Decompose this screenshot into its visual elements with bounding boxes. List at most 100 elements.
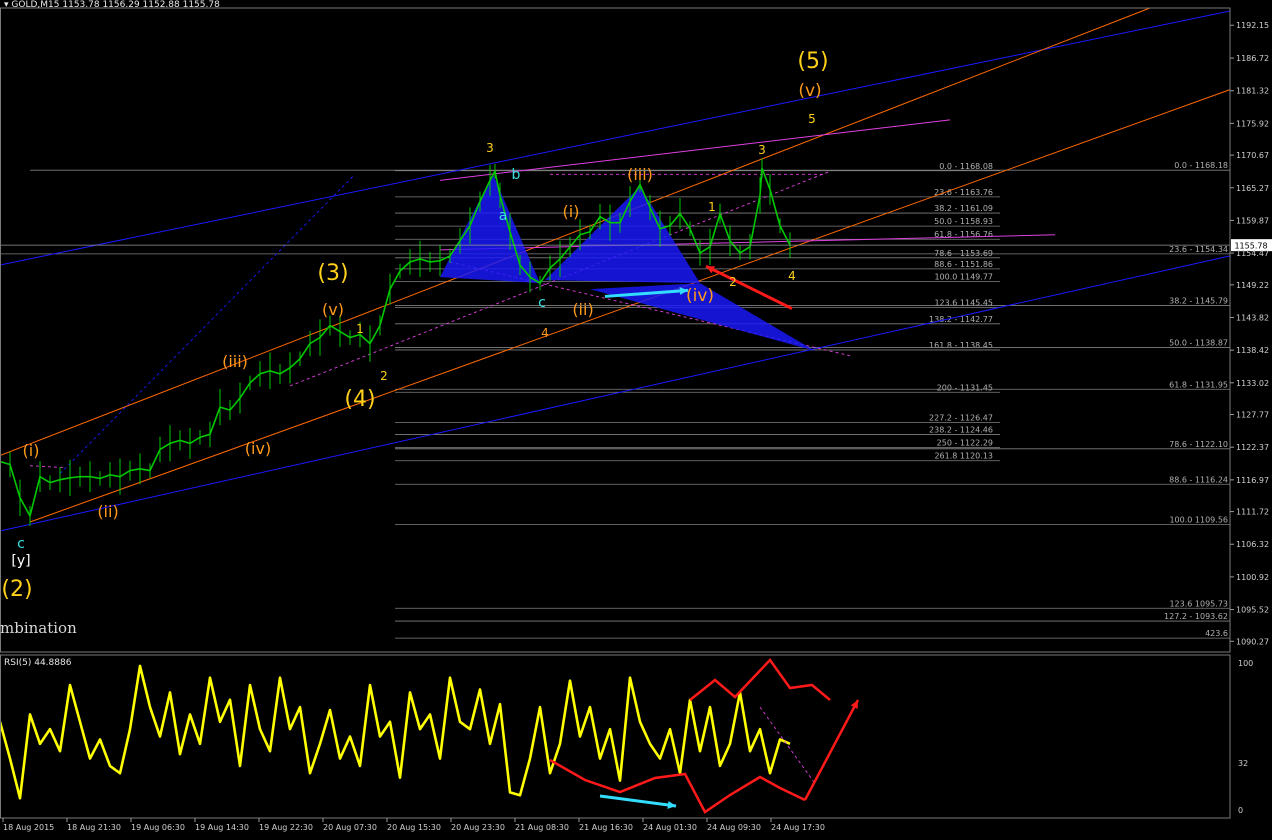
x-tick-label: 19 Aug 22:30 (259, 823, 313, 832)
rsi-series (0, 666, 790, 798)
y-tick-label: 1165.27 (1236, 184, 1269, 193)
wave-label: (iii) (222, 352, 248, 371)
wave-label: 4 (541, 326, 549, 340)
rsi-red-zigzag-upper (690, 660, 830, 700)
y-tick-label: 1122.37 (1236, 443, 1269, 452)
wave-label: 2 (380, 369, 388, 383)
main-panel-frame (1, 8, 1231, 652)
ohlc-values: 1153.78 1156.29 1152.88 1155.78 (62, 0, 219, 10)
price-series (0, 168, 790, 516)
chart-header: ▾ GOLD,M15 1153.78 1156.29 1152.88 1155.… (4, 0, 220, 10)
fib-label: 200 - 1131.45 (937, 383, 993, 392)
rsi-header: RSI(5) 44.8886 (4, 658, 71, 668)
dashed-guide (60, 174, 355, 473)
fib-label: 38.2 - 1161.09 (934, 204, 993, 213)
x-tick-label: 18 Aug 2015 (3, 823, 54, 832)
wave-label: (i) (563, 202, 580, 221)
wave-label: 5 (808, 112, 816, 126)
collapse-triangle-icon[interactable]: ▾ (4, 0, 9, 10)
wave-label: c (17, 536, 25, 552)
rsi-red-arrow-up (805, 700, 858, 800)
wave-label: b (512, 167, 521, 183)
main-price-panel: 0.0 - 1168.08 23.6 - 1163.76 38.2 - 1161.0… (0, 8, 1230, 638)
wave-label: (v) (322, 300, 344, 319)
fib-label: 50.0 - 1158.93 (934, 217, 993, 226)
y-tick-label: 1106.32 (1236, 540, 1269, 549)
wave-label: (iii) (627, 165, 653, 184)
fib-label: 78.6 - 1153.69 (934, 249, 993, 258)
y-tick-label: 1138.42 (1236, 346, 1269, 355)
symbol-label: GOLD,M15 (11, 0, 59, 10)
wave-label: 3 (758, 143, 766, 157)
fib-label-right: 61.8 - 1131.95 (1169, 380, 1228, 389)
fib-label: 238.2 - 1124.46 (929, 426, 993, 435)
rsi-cyan-arrow-shaft (600, 796, 676, 806)
rsi-tick-label: 32 (1238, 759, 1248, 768)
x-tick-label: 19 Aug 14:30 (195, 823, 249, 832)
wave-label: 1 (708, 200, 716, 214)
fib-label: 161.8 - 1138.45 (929, 341, 993, 350)
fib-label-right: 50.0 - 1138.87 (1169, 338, 1228, 347)
x-tick-label: 24 Aug 01:30 (643, 823, 697, 832)
x-tick-label: 21 Aug 08:30 (515, 823, 569, 832)
wave-label: (iv) (686, 286, 714, 306)
y-tick-label: 1090.27 (1236, 637, 1269, 646)
x-tick-label: 18 Aug 21:30 (67, 823, 121, 832)
x-tick-label: 19 Aug 06:30 (131, 823, 185, 832)
fib-label-right: 127.2 - 1093.62 (1164, 612, 1228, 621)
wave-label: (i) (23, 441, 40, 460)
chart-stage: 0.0 - 1168.08 23.6 - 1163.76 38.2 - 1161.0… (0, 0, 1272, 836)
x-tick-label: 20 Aug 15:30 (387, 823, 441, 832)
y-tick-label: 1181.32 (1236, 87, 1269, 96)
y-tick-label: 1127.77 (1236, 411, 1269, 420)
wave-label: (v) (798, 81, 821, 101)
wave-label: c (538, 295, 546, 311)
wave-label: (5) (797, 49, 828, 74)
x-tick-label: 20 Aug 23:30 (451, 823, 505, 832)
wave-label: (2) (1, 577, 32, 602)
y-tick-label: 1186.72 (1236, 54, 1269, 63)
chart-canvas: 0.0 - 1168.08 23.6 - 1163.76 38.2 - 1161.0… (0, 0, 1272, 836)
rsi-cyan-arrow (600, 796, 676, 809)
y-tick-label: 1143.82 (1236, 313, 1269, 322)
y-tick-label: 1111.72 (1236, 508, 1269, 517)
y-tick-label: 1116.97 (1236, 476, 1269, 485)
y-tick-label: 1133.02 (1236, 379, 1269, 388)
y-tick-label: 1159.87 (1236, 216, 1269, 225)
fib-label: 227.2 - 1126.47 (929, 413, 993, 422)
fib-label: 0.0 - 1168.08 (939, 162, 993, 171)
wave-label: a (499, 208, 508, 224)
fib-label-right: 0.0 - 1168.18 (1174, 161, 1228, 170)
wave-label: 4 (788, 269, 796, 283)
wave-label: (4) (344, 387, 375, 412)
fib-label: 250 - 1122.29 (937, 439, 993, 448)
fib-label-right: 78.6 - 1122.10 (1169, 440, 1228, 449)
rsi-tick-label: 0 (1238, 806, 1243, 815)
fib-label: 88.6 - 1151.86 (934, 260, 993, 269)
fib-label: 100.0 1149.77 (934, 273, 993, 282)
x-tick-label: 24 Aug 09:30 (707, 823, 761, 832)
wave-label: (ii) (572, 300, 593, 319)
x-tick-label: 24 Aug 17:30 (771, 823, 825, 832)
rsi-dashed-trend (760, 707, 815, 783)
y-tick-label: 1149.22 (1236, 281, 1269, 290)
wave-label: 2 (729, 275, 737, 289)
x-tick-label: 20 Aug 07:30 (323, 823, 377, 832)
fib-label: 23.6 - 1163.76 (934, 188, 993, 197)
wave-label: 1 (356, 322, 364, 336)
combination-label: mbination (0, 619, 77, 637)
fib-label: 261.8 1120.13 (934, 452, 993, 461)
y-tick-label: 1095.52 (1236, 606, 1269, 615)
fib-label-right: 100.0 1109.56 (1169, 516, 1228, 525)
wave-label: (3) (317, 261, 348, 286)
rsi-red-arrow-up-shaft (805, 700, 858, 800)
y-tick-label: 1100.92 (1236, 573, 1269, 582)
rsi-panel (0, 660, 858, 812)
wave-label: [y] (11, 553, 30, 569)
wave-label: 3 (486, 141, 494, 155)
fib-label-right: 23.6 - 1154.34 (1169, 245, 1228, 254)
y-tick-label: 1154.47 (1236, 249, 1269, 258)
fib-label-right: 38.2 - 1145.79 (1169, 297, 1228, 306)
fib-label-right: 123.6 1095.73 (1169, 599, 1228, 608)
fib-label-right: 423.6 (1205, 629, 1228, 638)
